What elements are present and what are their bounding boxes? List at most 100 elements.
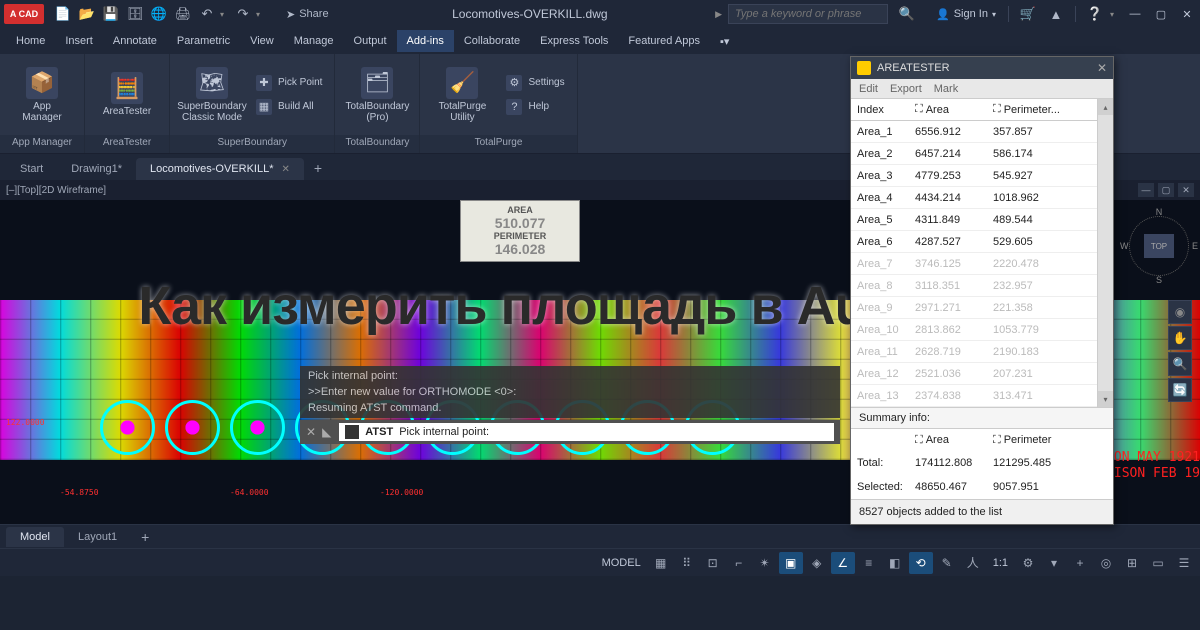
menu-featured-apps[interactable]: Featured Apps [618, 30, 710, 52]
areatester-row[interactable]: Area_16556.912357.857 [851, 121, 1097, 143]
open-icon[interactable]: 📂 [76, 3, 98, 25]
ribbon-settings[interactable]: ⚙Settings [502, 72, 568, 94]
viewcube-west[interactable]: W [1120, 241, 1129, 251]
col-area[interactable]: ⛶Area [909, 103, 987, 116]
areatester-row[interactable]: Area_83118.351232.957 [851, 275, 1097, 297]
undo-icon[interactable]: ↶ [196, 3, 218, 25]
tab-add-icon[interactable]: + [304, 156, 332, 180]
cleanscreen-icon[interactable]: ▭ [1146, 552, 1170, 574]
saveas-icon[interactable]: 🗄 [124, 3, 146, 25]
col-perimeter[interactable]: ⛶Perimeter... [987, 103, 1097, 116]
areatester-scrollbar[interactable]: ▴ ▾ [1097, 99, 1113, 407]
viewcube-north[interactable]: N [1156, 207, 1163, 217]
ribbon-app-manager[interactable]: 📦App Manager [8, 65, 76, 125]
areatester-row[interactable]: Area_122521.036207.231 [851, 363, 1097, 385]
minimize-icon[interactable]: — [1122, 2, 1148, 26]
nav-orbit-icon[interactable]: 🔄 [1168, 378, 1192, 402]
col-index[interactable]: Index [851, 104, 909, 116]
menu-add-ins[interactable]: Add-ins [397, 30, 454, 52]
areatester-row[interactable]: Area_26457.214586.174 [851, 143, 1097, 165]
maximize-icon[interactable]: ▢ [1148, 2, 1174, 26]
areatester-row[interactable]: Area_92971.271221.358 [851, 297, 1097, 319]
areatester-row[interactable]: Area_54311.849489.544 [851, 209, 1097, 231]
search-arrow-icon[interactable]: ▶ [715, 9, 722, 20]
new-icon[interactable]: 📄 [52, 3, 74, 25]
help-dropdown-icon[interactable]: ▾ [1110, 10, 1114, 19]
tab-close-icon[interactable]: ✕ [281, 164, 289, 175]
menu-insert[interactable]: Insert [55, 30, 103, 52]
command-input[interactable]: ATST Pick internal point: [339, 423, 834, 441]
ribbon-superboundary-classic-mode[interactable]: 🗺SuperBoundary Classic Mode [178, 65, 246, 125]
redo-dropdown-icon[interactable]: ▾ [256, 10, 266, 19]
osnap-icon[interactable]: ▣ [779, 552, 803, 574]
polar-icon[interactable]: ✴ [753, 552, 777, 574]
cycling-icon[interactable]: ⟲ [909, 552, 933, 574]
at-menu-edit[interactable]: Edit [859, 83, 878, 95]
areatester-titlebar[interactable]: AREATESTER ✕ [851, 57, 1113, 79]
help-icon[interactable]: ❔ [1082, 2, 1108, 26]
signin-button[interactable]: 👤 Sign In ▾ [930, 8, 1002, 21]
scroll-up-icon[interactable]: ▴ [1098, 99, 1113, 115]
layout-tab-model[interactable]: Model [6, 527, 64, 547]
areatester-row[interactable]: Area_34779.253545.927 [851, 165, 1097, 187]
ribbon-totalpurge-utility[interactable]: 🧹TotalPurge Utility [428, 65, 496, 125]
autodesk-icon[interactable]: ▲ [1043, 2, 1069, 26]
hardware-icon[interactable]: ⊞ [1120, 552, 1144, 574]
share-button[interactable]: ➤ Share [280, 6, 335, 23]
snap-icon[interactable]: ⠿ [675, 552, 699, 574]
workspace-dropdown-icon[interactable]: ▾ [1042, 552, 1066, 574]
ribbon-totalboundary-pro-[interactable]: 🗂TotalBoundary (Pro) [343, 65, 411, 125]
ribbon-pick-point[interactable]: ✚Pick Point [252, 72, 326, 94]
doc-tab-start[interactable]: Start [6, 158, 57, 180]
nav-zoom-icon[interactable]: 🔍 [1168, 352, 1192, 376]
redo-icon[interactable]: ↷ [232, 3, 254, 25]
status-model[interactable]: MODEL [596, 557, 647, 569]
3dosnap-icon[interactable]: ◈ [805, 552, 829, 574]
areatester-close-icon[interactable]: ✕ [1097, 61, 1107, 75]
areatester-row[interactable]: Area_112628.7192190.183 [851, 341, 1097, 363]
cmd-recent-icon[interactable]: ◣ [322, 425, 331, 439]
menu-output[interactable]: Output [344, 30, 397, 52]
areatester-row[interactable]: Area_64287.527529.605 [851, 231, 1097, 253]
annoscale-icon[interactable]: 人 [961, 552, 985, 574]
search-icon[interactable]: 🔍 [894, 2, 920, 26]
gear-icon[interactable]: ⚙ [1016, 552, 1040, 574]
menu-view[interactable]: View [240, 30, 284, 52]
search-input[interactable] [728, 4, 888, 24]
infer-icon[interactable]: ⊡ [701, 552, 725, 574]
viewcube-face[interactable]: TOP [1144, 234, 1174, 258]
doc-tab-drawing1-[interactable]: Drawing1* [57, 158, 136, 180]
cmd-close-icon[interactable]: ✕ [306, 425, 316, 439]
menu-home[interactable]: Home [6, 30, 55, 52]
cart-icon[interactable]: 🛒 [1015, 2, 1041, 26]
status-scale[interactable]: 1:1 [987, 557, 1014, 569]
areatester-row[interactable]: Area_132374.838313.471 [851, 385, 1097, 407]
menu-express-tools[interactable]: Express Tools [530, 30, 618, 52]
monitor-icon[interactable]: + [1068, 552, 1092, 574]
grid-icon[interactable]: ▦ [649, 552, 673, 574]
layout-tab-layout1[interactable]: Layout1 [64, 527, 131, 547]
areatester-row[interactable]: Area_44434.2141018.962 [851, 187, 1097, 209]
app-logo[interactable]: A CAD [4, 4, 44, 24]
vp-minimize-icon[interactable]: — [1138, 183, 1154, 197]
undo-dropdown-icon[interactable]: ▾ [220, 10, 230, 19]
doc-tab-locomotives-overkill-[interactable]: Locomotives-OVERKILL*✕ [136, 158, 304, 180]
customize-icon[interactable]: ☰ [1172, 552, 1196, 574]
areatester-row[interactable]: Area_73746.1252220.478 [851, 253, 1097, 275]
menu-extras-icon[interactable]: ▪▾ [710, 30, 739, 53]
scroll-down-icon[interactable]: ▾ [1098, 391, 1113, 407]
ribbon-help[interactable]: ?Help [502, 96, 568, 118]
at-menu-export[interactable]: Export [890, 83, 922, 95]
menu-manage[interactable]: Manage [284, 30, 344, 52]
viewcube-east[interactable]: E [1192, 241, 1198, 251]
viewcube-compass[interactable]: N S E W TOP [1129, 216, 1189, 276]
save-icon[interactable]: 💾 [100, 3, 122, 25]
ortho-icon[interactable]: ⌐ [727, 552, 751, 574]
areatester-row[interactable]: Area_102813.8621053.779 [851, 319, 1097, 341]
menu-annotate[interactable]: Annotate [103, 30, 167, 52]
ribbon-build-all[interactable]: ▦Build All [252, 96, 326, 118]
vp-maximize-icon[interactable]: ▢ [1158, 183, 1174, 197]
menu-parametric[interactable]: Parametric [167, 30, 240, 52]
menu-collaborate[interactable]: Collaborate [454, 30, 530, 52]
web-icon[interactable]: 🌐 [148, 3, 170, 25]
